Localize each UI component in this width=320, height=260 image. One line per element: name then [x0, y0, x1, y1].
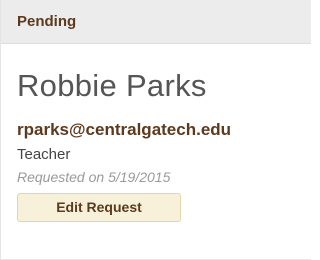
edit-request-button[interactable]: Edit Request [17, 193, 181, 222]
email-address: rparks@centralgatech.edu [17, 120, 232, 139]
request-card: Pending Robbie Parks rparks@centralgatec… [0, 0, 311, 260]
role-label: Teacher [17, 146, 71, 163]
card-body: Robbie Parks rparks@centralgatech.edu Te… [1, 44, 311, 222]
person-name: Robbie Parks [17, 68, 207, 103]
card-header: Pending [1, 0, 311, 44]
status-label: Pending [17, 13, 77, 30]
requested-date: Requested on 5/19/2015 [17, 169, 171, 185]
